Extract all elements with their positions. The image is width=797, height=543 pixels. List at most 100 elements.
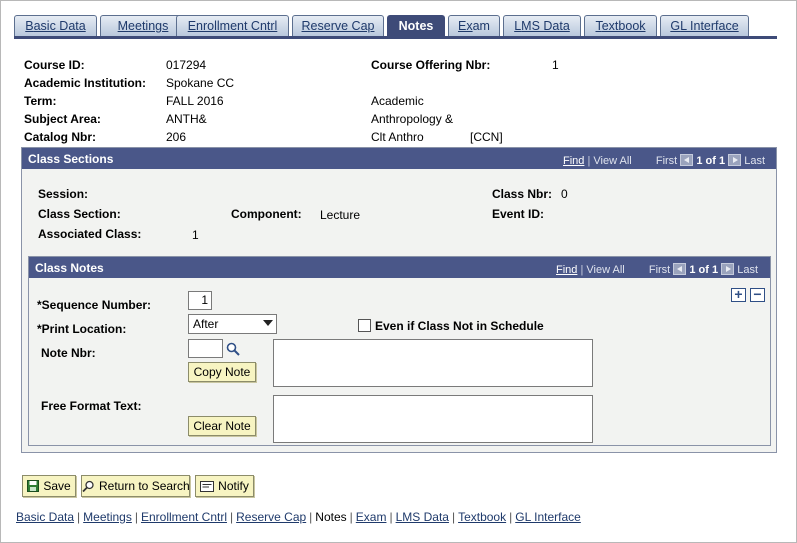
link-separator: | <box>389 510 393 524</box>
clear-note-button[interactable]: Clear Note <box>188 416 256 436</box>
link-basic-data[interactable]: Basic Data <box>16 510 74 524</box>
bottom-tab-links: Basic Data | Meetings | Enrollment Cntrl | Res… <box>16 510 581 524</box>
class-sections-count: 1 of 1 <box>696 155 726 167</box>
class-notes-prev-icon[interactable] <box>673 263 687 275</box>
class-notes-header: Class Notes Find | View All First 1 of 1… <box>29 257 770 278</box>
course-id-value: 017294 <box>166 58 207 72</box>
link-lms-data[interactable]: LMS Data <box>396 510 449 524</box>
tab-reserve-cap[interactable]: Reserve Cap <box>292 15 384 36</box>
lookup-search-icon[interactable] <box>226 342 240 356</box>
institution-value: Spokane CC <box>166 76 235 90</box>
return-to-search-button[interactable]: Return to Search <box>81 475 190 497</box>
link-separator: | <box>349 510 353 524</box>
chevron-down-icon <box>263 320 273 326</box>
link-separator: | <box>509 510 513 524</box>
delete-row-button[interactable]: − <box>750 287 765 302</box>
class-nbr-value: 0 <box>561 187 568 201</box>
save-button[interactable]: Save <box>22 475 76 497</box>
tab-underline <box>14 36 777 39</box>
class-notes-find-link[interactable]: Find <box>556 264 577 276</box>
tab-textbook[interactable]: Textbook <box>584 15 657 36</box>
class-nbr-label: Class Nbr: <box>492 187 553 201</box>
nav-separator: | <box>587 155 591 167</box>
catalog-tag: [CCN] <box>470 130 503 144</box>
tab-enrollment-cntrl[interactable]: Enrollment Cntrl <box>176 15 289 36</box>
nav-separator: | <box>580 264 584 276</box>
print-location-label: *Print Location: <box>37 322 127 336</box>
link-enrollment-cntrl[interactable]: Enrollment Cntrl <box>141 510 227 524</box>
class-sections-find-link[interactable]: Find <box>563 155 584 167</box>
tab-basic-data[interactable]: Basic Data <box>14 15 97 36</box>
offering-label: Course Offering Nbr: <box>371 58 491 72</box>
save-label: Save <box>43 479 71 493</box>
even-if-not-in-schedule-checkbox[interactable] <box>358 319 371 332</box>
tab-gl-interface[interactable]: GL Interface <box>660 15 749 36</box>
sequence-number-input[interactable]: 1 <box>188 291 212 310</box>
subject-label: Subject Area: <box>24 112 101 126</box>
class-sections-view-all[interactable]: View All <box>593 155 631 167</box>
component-value: Lecture <box>320 208 361 222</box>
tab-lms-data[interactable]: LMS Data <box>503 15 581 36</box>
link-exam[interactable]: Exam <box>356 510 387 524</box>
catalog-value: 206 <box>166 130 187 144</box>
associated-class-label: Associated Class: <box>38 227 142 241</box>
class-notes-nav: Find | View All First 1 of 1 Last <box>556 263 758 276</box>
class-sections-first: First <box>655 155 678 167</box>
class-sections-next-icon[interactable] <box>728 154 742 166</box>
term-label: Term: <box>24 94 57 108</box>
component-label: Component: <box>231 207 302 221</box>
class-sections-header: Class Sections Find | View All First 1 o… <box>22 148 776 169</box>
link-gl-interface[interactable]: GL Interface <box>515 510 581 524</box>
note-nbr-label: Note Nbr: <box>41 346 96 360</box>
link-separator: | <box>134 510 138 524</box>
associated-class-value: 1 <box>192 228 199 242</box>
notify-label: Notify <box>218 479 249 493</box>
event-id-label: Event ID: <box>492 207 545 221</box>
class-notes-panel: Class Notes Find | View All First 1 of 1… <box>28 256 771 446</box>
course-id-label: Course ID: <box>24 58 85 72</box>
class-notes-title: Class Notes <box>35 261 104 275</box>
link-separator: | <box>77 510 81 524</box>
class-sections-title: Class Sections <box>28 152 114 166</box>
tab-notes[interactable]: Notes <box>387 15 445 36</box>
term-value: FALL 2016 <box>166 94 224 108</box>
print-location-select[interactable]: After <box>188 314 277 334</box>
institution-label: Academic Institution: <box>24 76 147 90</box>
class-section-label: Class Section: <box>38 207 121 221</box>
class-sections-nav: Find | View All First 1 of 1 Last <box>563 154 765 167</box>
print-location-value: After <box>193 317 219 331</box>
tab-exam[interactable]: Exam <box>448 15 500 36</box>
class-notes-next-icon[interactable] <box>721 263 735 275</box>
term-description: Academic <box>371 94 424 108</box>
return-to-search-label: Return to Search <box>99 479 190 493</box>
free-format-text-area[interactable] <box>273 395 593 443</box>
free-format-text-label: Free Format Text: <box>41 399 142 413</box>
notify-button[interactable]: Notify <box>195 475 254 497</box>
link-separator: | <box>451 510 456 524</box>
link-notes-current: Notes <box>315 510 347 524</box>
class-notes-count: 1 of 1 <box>689 264 719 276</box>
notify-envelope-icon <box>200 481 215 492</box>
sequence-number-label: *Sequence Number: <box>37 298 152 312</box>
tab-meetings[interactable]: Meetings <box>100 15 186 36</box>
return-search-icon <box>82 480 94 492</box>
add-row-button[interactable]: + <box>731 287 746 302</box>
subject-value: ANTH& <box>166 112 207 126</box>
offering-value: 1 <box>552 58 559 72</box>
floppy-disk-icon <box>27 480 40 492</box>
link-separator: | <box>230 510 234 524</box>
note-text-area[interactable] <box>273 339 593 387</box>
subject-description: Anthropology & <box>371 112 454 126</box>
catalog-description: Clt Anthro <box>371 130 424 144</box>
catalog-label: Catalog Nbr: <box>24 130 96 144</box>
link-textbook[interactable]: Textbook <box>458 510 506 524</box>
link-meetings[interactable]: Meetings <box>83 510 132 524</box>
copy-note-button[interactable]: Copy Note <box>188 362 256 382</box>
class-sections-prev-icon[interactable] <box>680 154 694 166</box>
class-notes-view-all[interactable]: View All <box>586 264 624 276</box>
even-if-not-in-schedule-label: Even if Class Not in Schedule <box>375 319 544 333</box>
class-notes-last: Last <box>737 264 759 276</box>
session-label: Session: <box>38 187 89 201</box>
link-reserve-cap[interactable]: Reserve Cap <box>236 510 306 524</box>
note-nbr-input[interactable] <box>188 339 223 358</box>
